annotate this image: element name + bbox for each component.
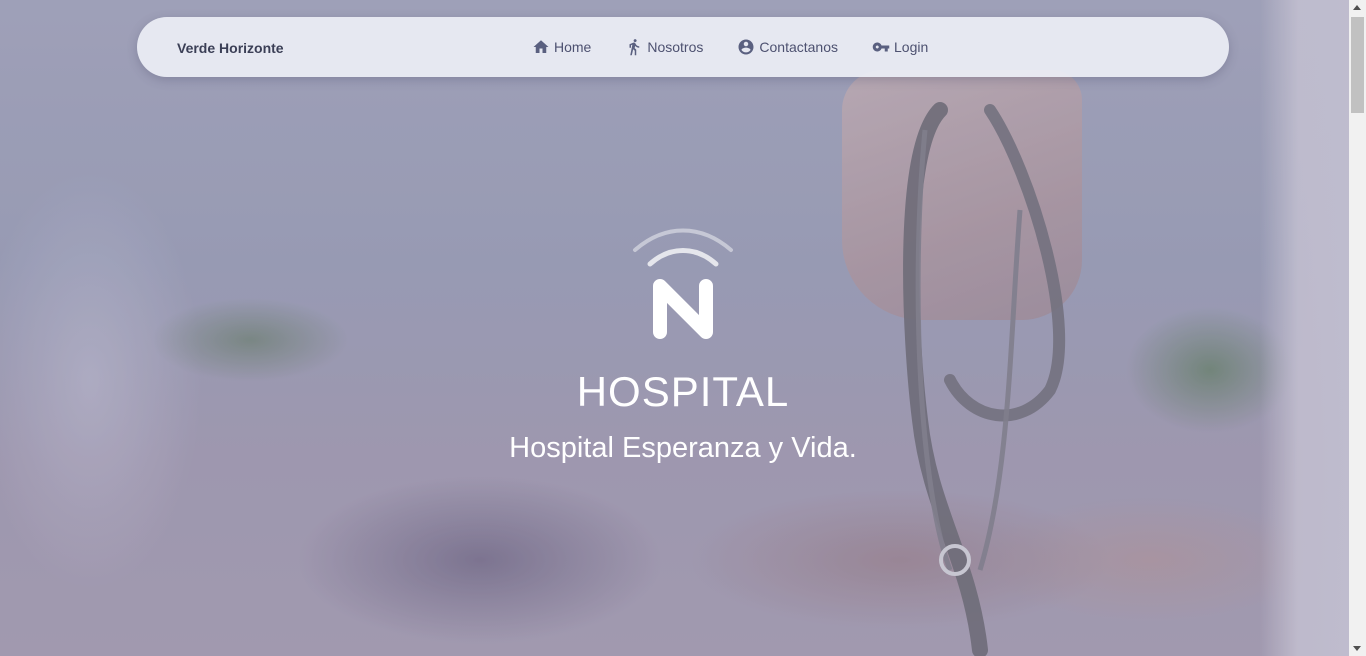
scroll-up-arrow-icon[interactable] xyxy=(1353,5,1361,10)
svg-text:N: N xyxy=(683,333,684,335)
nav-item-login[interactable]: Login xyxy=(872,38,928,56)
nav-item-home[interactable]: Home xyxy=(532,38,591,56)
nav-item-label: Home xyxy=(554,39,592,55)
nav-item-label: Nosotros xyxy=(647,39,704,55)
scroll-down-arrow-icon[interactable] xyxy=(1353,646,1361,651)
scrollbar-thumb[interactable] xyxy=(1351,17,1364,113)
hospital-logo: N xyxy=(633,228,733,339)
home-icon xyxy=(532,38,550,56)
brand-name[interactable]: Verde Horizonte xyxy=(177,40,284,56)
key-icon xyxy=(872,38,890,56)
account-circle-icon xyxy=(737,38,755,56)
top-navbar: Verde Horizonte Home Nosotros Contactano… xyxy=(137,17,1229,77)
vertical-scrollbar[interactable] xyxy=(1349,0,1366,656)
nav-item-contactanos[interactable]: Contactanos xyxy=(737,38,838,56)
running-person-icon xyxy=(625,38,643,56)
hero-subtitle: Hospital Esperanza y Vida. xyxy=(509,432,857,464)
hero-title: HOSPITAL xyxy=(576,368,790,415)
nav-links: Home Nosotros Contactanos Login xyxy=(532,38,962,56)
nav-item-label: Login xyxy=(894,39,929,55)
nav-item-nosotros[interactable]: Nosotros xyxy=(625,38,703,56)
nav-item-label: Contactanos xyxy=(759,39,838,55)
